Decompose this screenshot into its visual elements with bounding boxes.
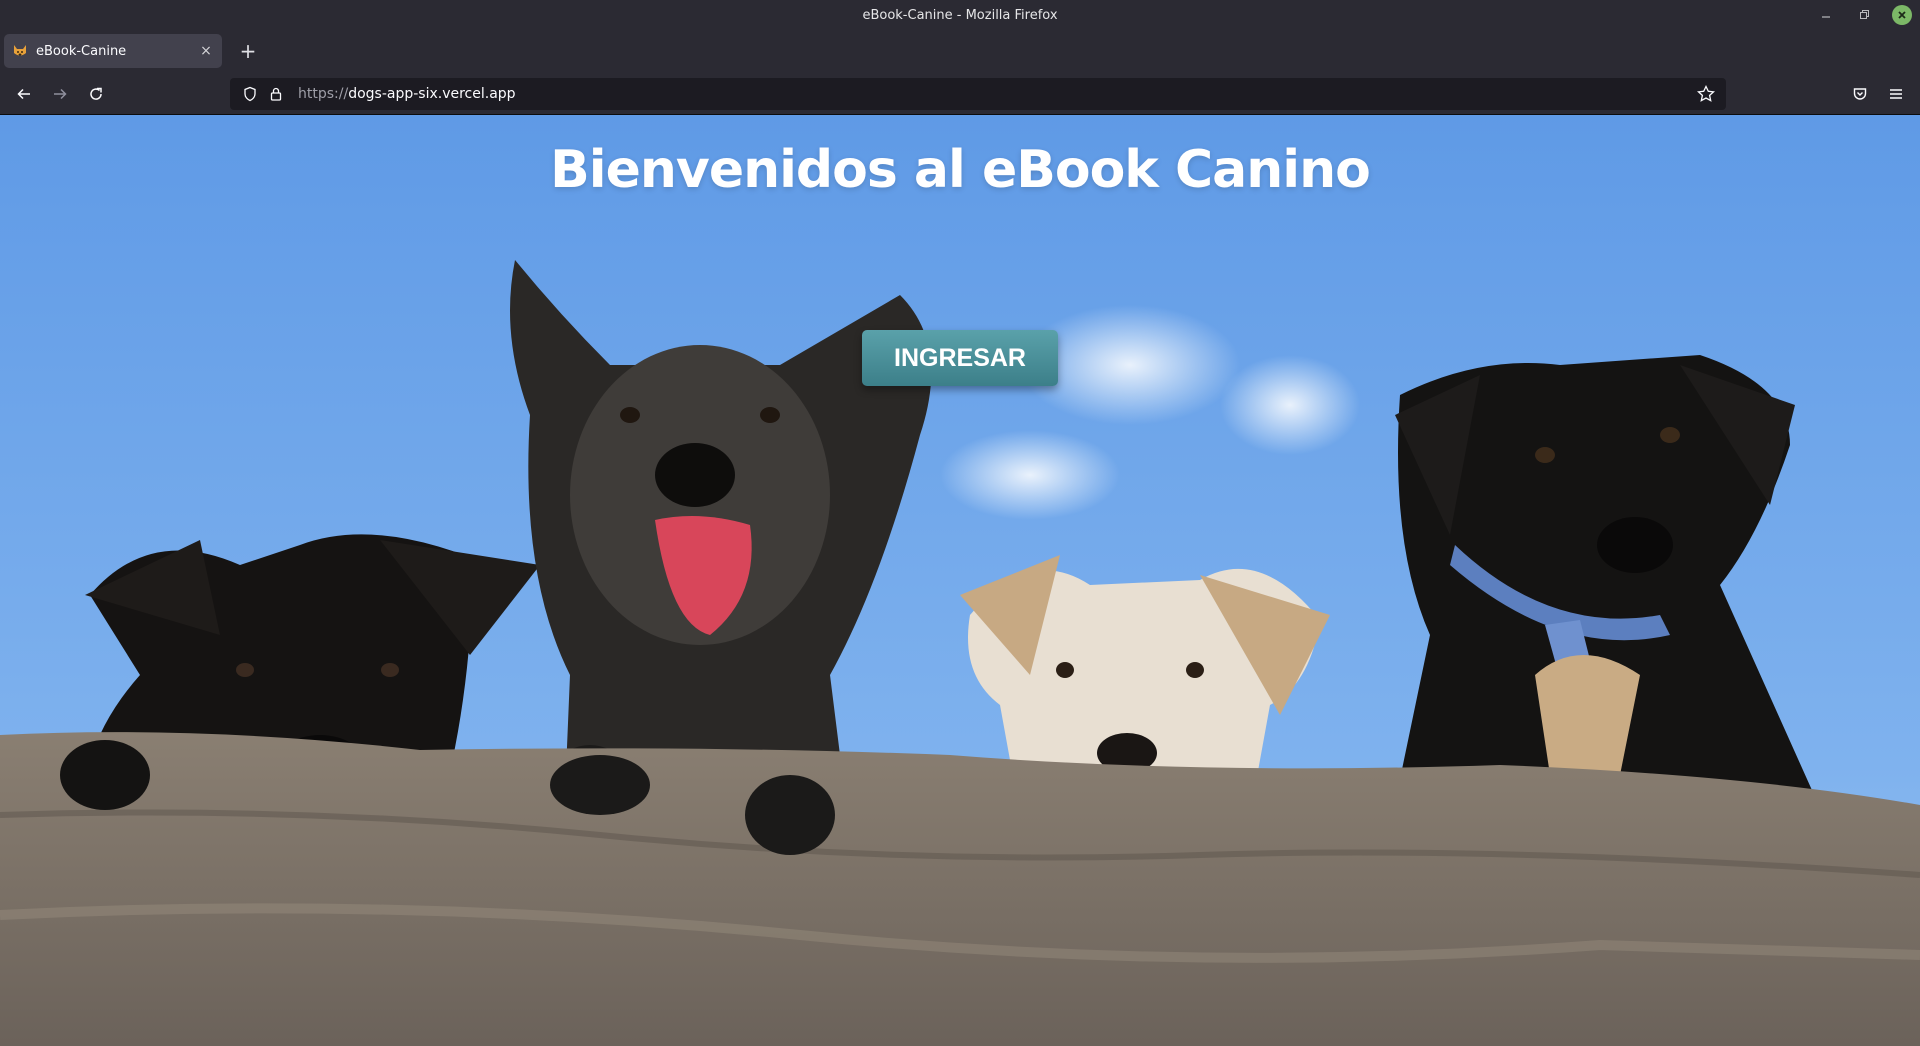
dogs-hero-image: [0, 115, 1920, 1046]
reload-button[interactable]: [82, 80, 110, 108]
cloud: [1220, 355, 1360, 455]
new-tab-button[interactable]: +: [236, 39, 260, 63]
tab-label: eBook-Canine: [36, 43, 127, 59]
tab-ebook-canine[interactable]: eBook-Canine ×: [4, 34, 222, 68]
bookmark-star-icon[interactable]: [1696, 84, 1716, 104]
restore-icon[interactable]: [1854, 5, 1874, 25]
paw: [60, 740, 150, 810]
pocket-button[interactable]: [1846, 80, 1874, 108]
window-titlebar: eBook-Canine - Mozilla Firefox: [0, 0, 1920, 30]
navigation-toolbar: https://dogs-app-six.vercel.app: [0, 72, 1920, 115]
window-title: eBook-Canine - Mozilla Firefox: [862, 7, 1058, 23]
window-controls: [1816, 5, 1912, 25]
tab-strip: eBook-Canine × +: [0, 30, 1920, 72]
concrete-wall: [0, 732, 1920, 1046]
forward-button[interactable]: [46, 80, 74, 108]
paw: [745, 775, 835, 855]
reload-icon: [90, 87, 102, 100]
address-bar[interactable]: https://dogs-app-six.vercel.app: [230, 78, 1726, 110]
pocket-icon: [1853, 88, 1867, 100]
enter-button[interactable]: INGRESAR: [862, 330, 1058, 386]
close-icon[interactable]: [1892, 5, 1912, 25]
cloud: [940, 430, 1120, 520]
page-heading: Bienvenidos al eBook Canino: [550, 140, 1371, 200]
url-host: dogs-app-six.vercel.app: [348, 86, 516, 102]
hamburger-menu-icon: [1890, 89, 1902, 99]
paw: [550, 755, 650, 815]
tracking-shield-icon[interactable]: [240, 84, 260, 104]
lock-icon[interactable]: [266, 84, 286, 104]
url-scheme: https://: [298, 86, 349, 102]
tab-close-button[interactable]: ×: [198, 43, 214, 59]
minimize-icon[interactable]: [1816, 5, 1836, 25]
back-button[interactable]: [10, 80, 38, 108]
arrow-right-icon: [54, 88, 67, 100]
dog-face-icon: [14, 45, 26, 56]
app-menu-button[interactable]: [1882, 80, 1910, 108]
url-text[interactable]: https://dogs-app-six.vercel.app: [298, 86, 516, 102]
landing-page: Bienvenidos al eBook Canino INGRESAR: [0, 115, 1920, 1046]
arrow-left-icon: [17, 88, 30, 100]
